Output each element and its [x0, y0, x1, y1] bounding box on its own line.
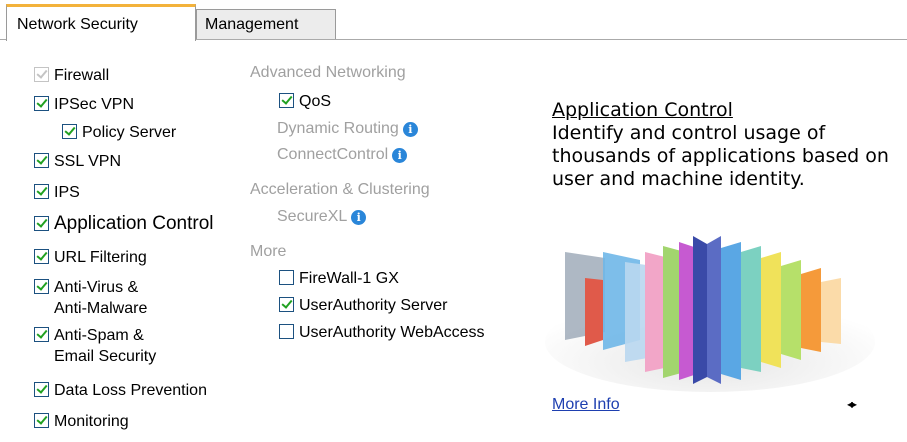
checkbox-label: Anti-Virus & Anti-Malware: [54, 277, 147, 319]
acceleration-heading: Acceleration & Clustering: [250, 181, 430, 198]
checkbox-box[interactable]: [62, 124, 77, 139]
tab-label: Network Security: [17, 16, 138, 33]
tab-network-security[interactable]: Network Security: [6, 4, 196, 41]
checkbox-label: URL Filtering: [54, 249, 147, 266]
checkbox-box[interactable]: [279, 93, 294, 108]
info-icon[interactable]: i: [392, 147, 408, 163]
checkbox-ssl-vpn[interactable]: SSL VPN: [34, 151, 121, 172]
connect-control-label: ConnectControl: [277, 146, 389, 163]
checkbox-label: UserAuthority WebAccess: [299, 324, 485, 341]
checkbox-firewall1-gx[interactable]: FireWall-1 GX: [279, 268, 399, 289]
checkbox-monitoring[interactable]: Monitoring: [34, 411, 129, 432]
checkbox-ips[interactable]: IPS: [34, 182, 80, 203]
connect-control-item: ConnectControl i: [277, 146, 408, 164]
checkbox-box[interactable]: [34, 413, 49, 428]
checkbox-qos[interactable]: QoS: [279, 91, 331, 112]
dynamic-routing-item: Dynamic Routing i: [277, 120, 418, 138]
tab-bar: Network Security Management: [0, 0, 907, 41]
checkbox-firewall[interactable]: Firewall: [34, 65, 109, 86]
info-icon[interactable]: i: [351, 209, 367, 225]
checkbox-data-loss-prevention[interactable]: Data Loss Prevention: [34, 380, 207, 401]
checkbox-label: QoS: [299, 93, 332, 110]
checkbox-box[interactable]: [34, 279, 49, 294]
checkbox-box[interactable]: [34, 249, 49, 264]
checkbox-label-line1: Anti-Spam &: [54, 327, 144, 344]
checkbox-application-control[interactable]: Application Control: [34, 213, 213, 234]
checkbox-anti-virus[interactable]: Anti-Virus & Anti-Malware: [34, 277, 147, 319]
checkbox-ipsec-vpn[interactable]: IPSec VPN: [34, 94, 134, 115]
checkbox-label-line2: Email Security: [54, 348, 157, 365]
checkbox-label: UserAuthority Server: [299, 297, 448, 314]
more-heading: More: [250, 243, 287, 260]
checkbox-box[interactable]: [34, 382, 49, 397]
checkbox-label: Anti-Spam & Email Security: [54, 325, 156, 367]
checkbox-label: Policy Server: [82, 124, 177, 141]
checkbox-label-line1: Anti-Virus &: [54, 279, 139, 296]
checkbox-box[interactable]: [34, 327, 49, 342]
checkbox-label: SSL VPN: [54, 153, 121, 170]
checkbox-label: FireWall-1 GX: [299, 270, 399, 287]
nav-arrows-icon[interactable]: ◂▸: [847, 397, 857, 411]
application-control-illustration: [545, 236, 875, 392]
checkbox-label: Monitoring: [54, 413, 129, 430]
checkbox-ua-webaccess[interactable]: UserAuthority WebAccess: [279, 322, 485, 343]
checkbox-label: Application Control: [54, 213, 214, 234]
checkbox-label-line2: Anti-Malware: [54, 300, 148, 317]
checkbox-box[interactable]: [34, 67, 49, 82]
checkbox-label: IPS: [54, 184, 80, 201]
checkbox-policy-server[interactable]: Policy Server: [62, 122, 176, 143]
checkbox-label: Firewall: [54, 67, 110, 84]
checkbox-box[interactable]: [279, 324, 294, 339]
tab-label: Management: [205, 16, 299, 33]
more-info-link[interactable]: More Info: [552, 396, 620, 414]
checkbox-label: IPSec VPN: [54, 96, 135, 113]
securexl-label: SecureXL: [277, 208, 348, 225]
advanced-networking-heading: Advanced Networking: [250, 64, 406, 81]
info-icon[interactable]: i: [402, 121, 418, 137]
dynamic-routing-label: Dynamic Routing: [277, 120, 399, 137]
checkbox-box[interactable]: [34, 153, 49, 168]
checkbox-url-filtering[interactable]: URL Filtering: [34, 247, 147, 268]
securexl-item: SecureXL i: [277, 208, 367, 226]
checkbox-box[interactable]: [34, 184, 49, 199]
description-text: Identify and control usage of thousands …: [552, 122, 889, 190]
checkbox-anti-spam[interactable]: Anti-Spam & Email Security: [34, 325, 156, 367]
checkbox-box[interactable]: [34, 216, 49, 231]
description-title: Application Control: [552, 99, 733, 121]
checkbox-box[interactable]: [279, 297, 294, 312]
checkbox-box[interactable]: [279, 270, 294, 285]
checkbox-ua-server[interactable]: UserAuthority Server: [279, 295, 448, 316]
tab-management[interactable]: Management: [196, 9, 336, 40]
checkbox-label: Data Loss Prevention: [54, 382, 207, 399]
checkbox-box[interactable]: [34, 96, 49, 111]
